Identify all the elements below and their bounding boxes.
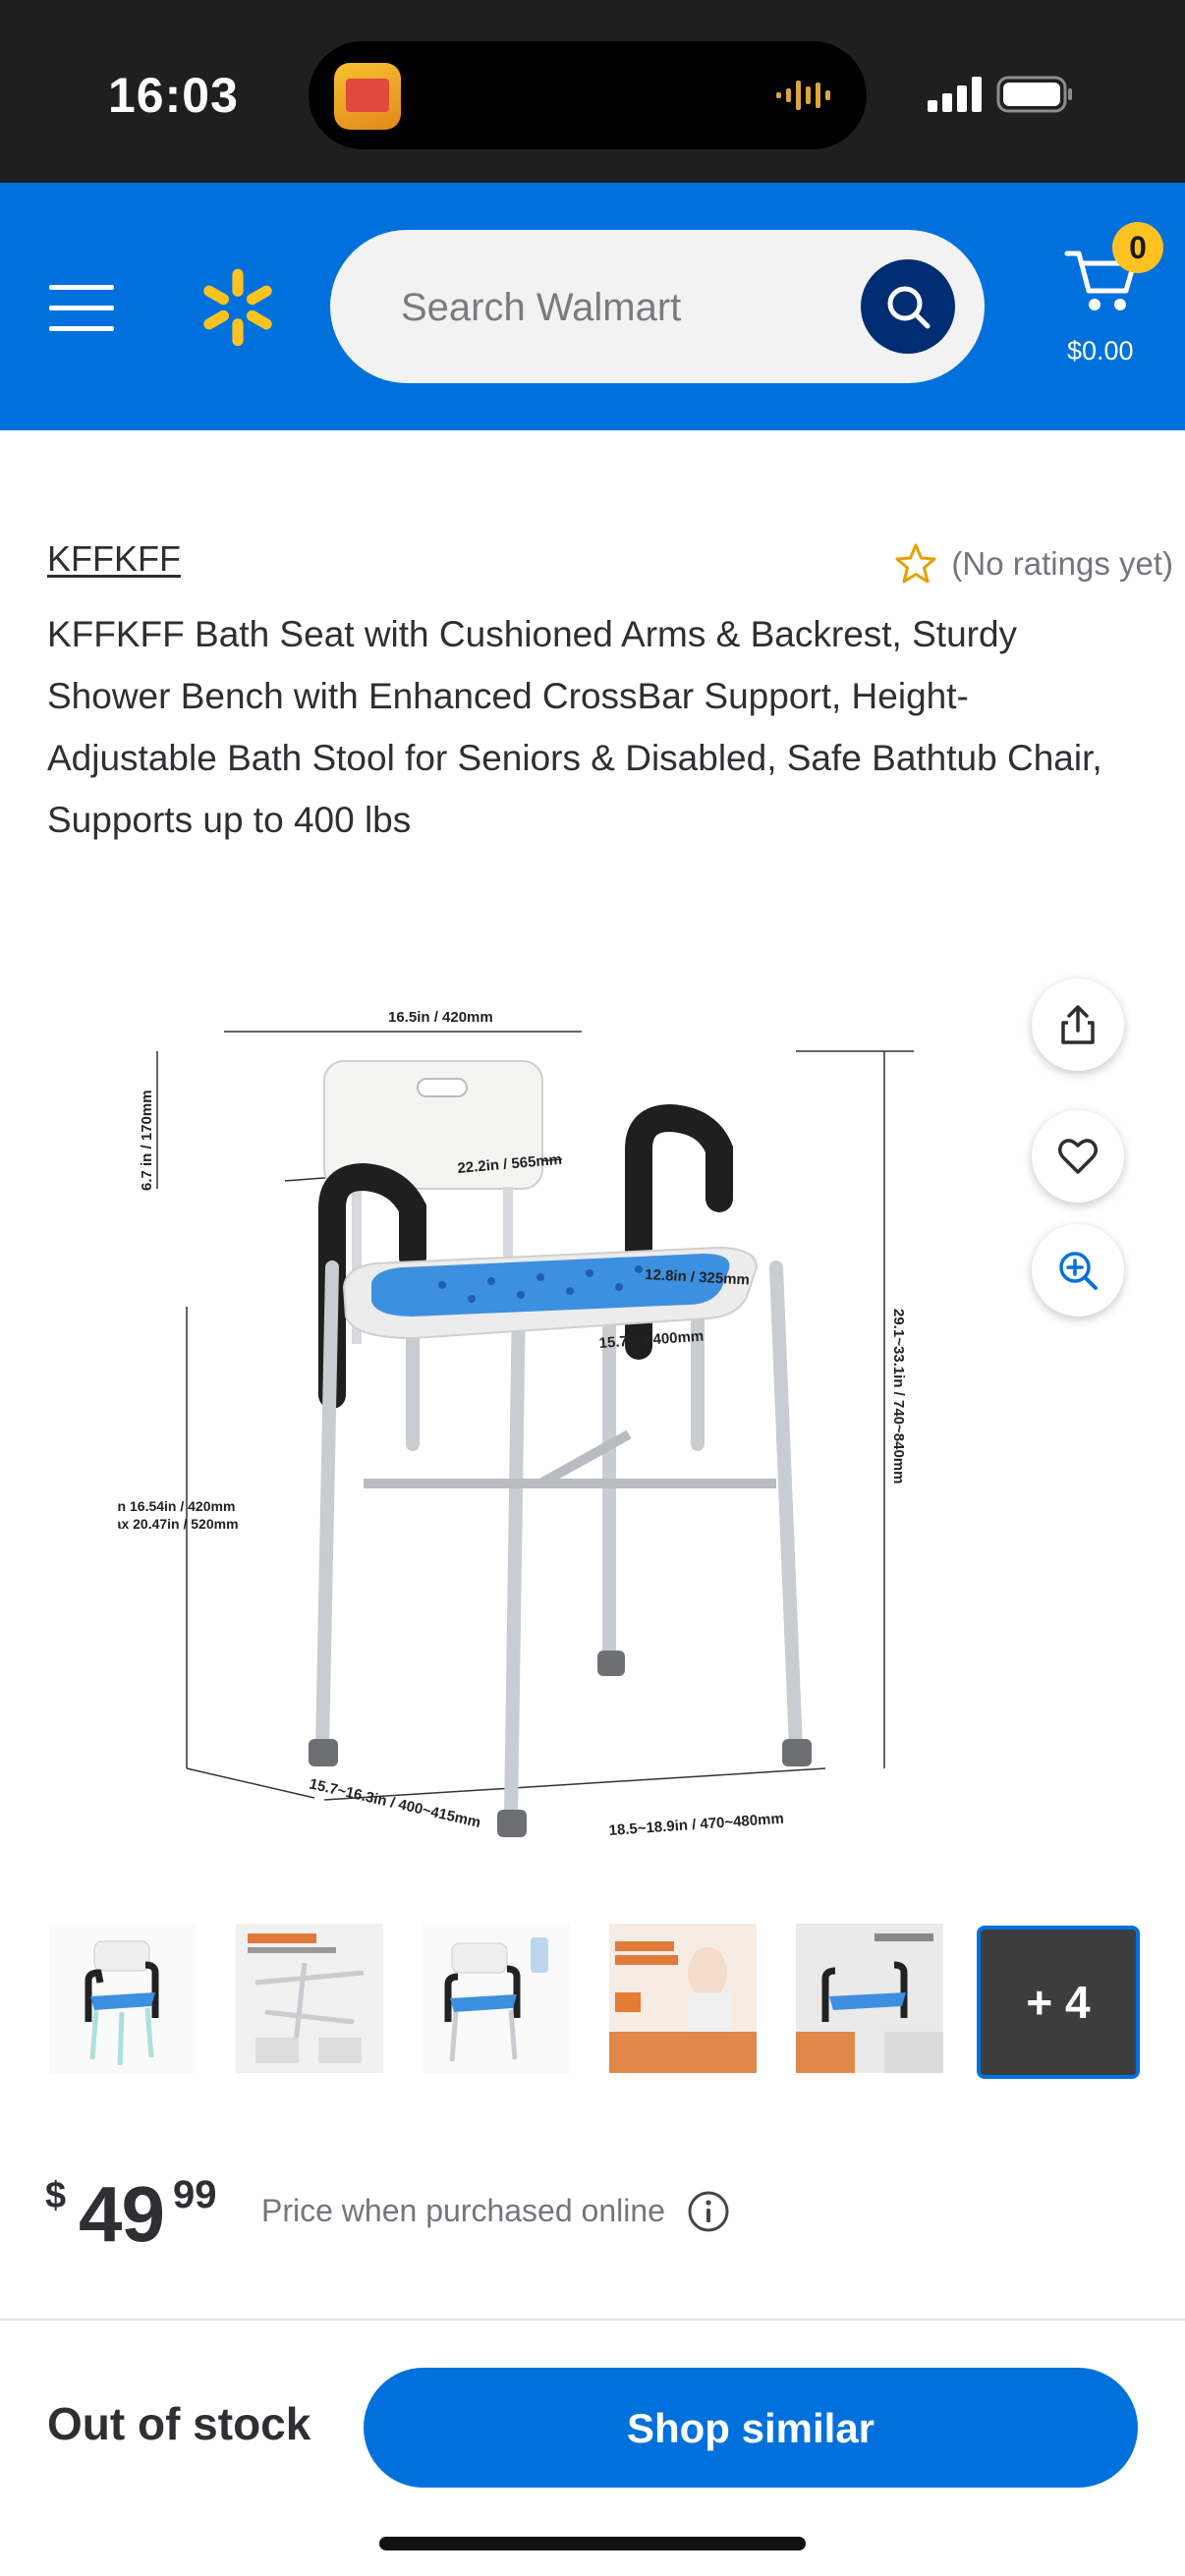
- now-playing-app-icon: [334, 63, 401, 130]
- dim-seat-height-max: Max 20.47in / 520mm: [118, 1516, 239, 1532]
- walmart-spark-icon[interactable]: [197, 263, 279, 352]
- zoom-icon: [1059, 1252, 1098, 1290]
- thumbnail-2[interactable]: [236, 1924, 383, 2073]
- status-time: 16:03: [108, 68, 239, 123]
- divider: [0, 2319, 1185, 2321]
- rating-summary[interactable]: (No ratings yet): [894, 542, 1173, 586]
- cart-count-badge: 0: [1112, 222, 1163, 273]
- cart-button[interactable]: 0 $0.00: [1057, 218, 1165, 365]
- search-icon: [887, 286, 931, 329]
- price-cents: 99: [173, 2173, 217, 2216]
- zoom-button[interactable]: [1032, 1224, 1124, 1316]
- hamburger-menu-icon[interactable]: [47, 281, 118, 336]
- thumbnail-more-button[interactable]: + 4: [977, 1926, 1140, 2079]
- thumbnail-3[interactable]: [423, 1924, 570, 2073]
- dim-base-width: 18.5~18.9in / 470~480mm: [608, 1811, 784, 1837]
- battery-icon: [996, 76, 1072, 113]
- search-bar[interactable]: [330, 230, 985, 383]
- dynamic-island: [309, 41, 867, 149]
- price-dollars: 49: [79, 2170, 165, 2258]
- dim-seat-height-min: Min 16.54in / 420mm: [118, 1498, 235, 1514]
- favorite-button[interactable]: [1032, 1110, 1124, 1203]
- cart-total: $0.00: [1067, 336, 1134, 365]
- thumbnail-4[interactable]: [609, 1924, 757, 2073]
- thumbnail-5[interactable]: [796, 1924, 943, 2073]
- status-icons: [928, 75, 1075, 114]
- thumbnail-strip: + 4: [49, 1924, 1140, 2079]
- audio-wave-icon: [776, 81, 830, 110]
- status-bar: 16:03: [0, 0, 1185, 183]
- dim-total-height: 29.1~33.1in / 740~840mm: [890, 1309, 907, 1484]
- share-button[interactable]: [1032, 979, 1124, 1071]
- search-button[interactable]: [861, 259, 955, 354]
- dim-top-width: 16.5in / 420mm: [388, 1009, 493, 1026]
- stock-status: Out of stock: [47, 2398, 311, 2449]
- dim-base-depth: 15.7~16.3in / 400~415mm: [308, 1775, 482, 1831]
- product-title: KFFKFF Bath Seat with Cushioned Arms & B…: [47, 614, 1102, 840]
- site-header: 0 $0.00: [0, 183, 1185, 430]
- product-image: 16.5in / 420mm 6.7 in / 170mm 22.2in / 5…: [118, 1009, 914, 1837]
- rating-text: (No ratings yet): [951, 545, 1173, 582]
- star-icon: [895, 543, 936, 584]
- search-input[interactable]: [399, 279, 835, 336]
- info-icon[interactable]: [686, 2189, 731, 2234]
- dim-back-height: 6.7 in / 170mm: [139, 1090, 155, 1191]
- product-image-gallery[interactable]: 16.5in / 420mm 6.7 in / 170mm 22.2in / 5…: [0, 943, 1185, 1847]
- price-section: $ 49 99 Price when purchased online: [45, 2167, 1126, 2258]
- shop-similar-button[interactable]: Shop similar: [364, 2368, 1138, 2488]
- signal-icon: [928, 77, 982, 112]
- thumbnail-1[interactable]: [49, 1924, 197, 2073]
- home-indicator[interactable]: [379, 2537, 806, 2550]
- price-note: Price when purchased online: [261, 2193, 665, 2228]
- share-icon: [1061, 1005, 1095, 1044]
- heart-icon: [1058, 1139, 1098, 1174]
- price-currency: $: [45, 2175, 67, 2216]
- brand-link[interactable]: KFFKFF: [47, 538, 181, 580]
